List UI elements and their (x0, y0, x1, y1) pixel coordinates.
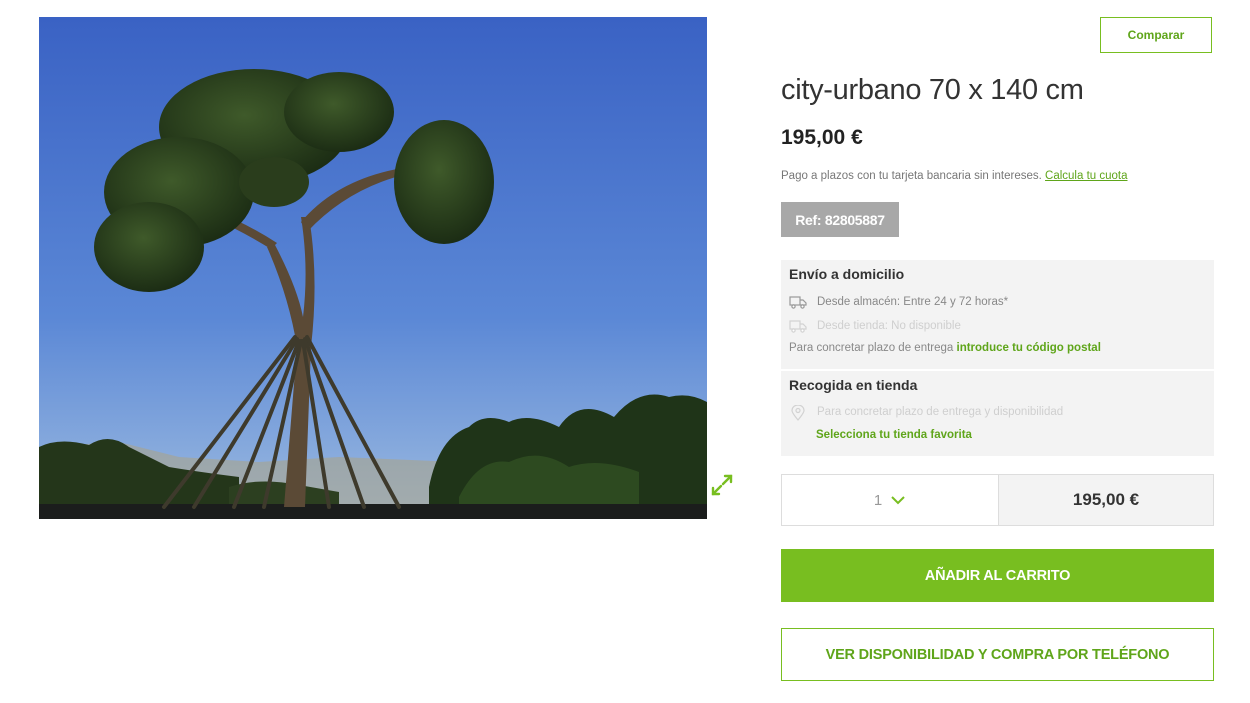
store-pickup-panel: Recogida en tienda Para concretar plazo … (781, 371, 1214, 456)
postal-code-prefix: Para concretar plazo de entrega (789, 342, 954, 354)
expand-image-button[interactable] (709, 472, 735, 498)
home-delivery-panel: Envío a domicilio Desde almacén: Entre 2… (781, 260, 1214, 369)
warehouse-delivery-text: Desde almacén: Entre 24 y 72 horas* (817, 296, 1009, 308)
pickup-info-text: Para concretar plazo de entrega y dispon… (817, 406, 1064, 418)
product-image[interactable] (39, 17, 707, 519)
product-price: 195,00 € (781, 126, 863, 149)
chevron-down-icon (890, 492, 906, 509)
quantity-value: 1 (873, 491, 883, 509)
store-delivery-text: Desde tienda: No disponible (817, 320, 961, 332)
pickup-info-row: Para concretar plazo de entrega y dispon… (789, 404, 1064, 421)
total-price: 195,00 € (999, 475, 1213, 525)
location-pin-icon (789, 404, 807, 421)
installments-info: Pago a plazos con tu tarjeta bancaria si… (781, 170, 1128, 182)
store-pickup-title: Recogida en tienda (789, 377, 918, 393)
expand-arrows-icon (711, 474, 733, 496)
tree-photo (39, 17, 707, 519)
warehouse-delivery-row: Desde almacén: Entre 24 y 72 horas* (789, 295, 1008, 309)
phone-purchase-button[interactable]: VER DISPONIBILIDAD Y COMPRA POR TELÉFONO (781, 628, 1214, 681)
quantity-select[interactable]: 1 (782, 475, 999, 525)
select-favorite-store-link[interactable]: Selecciona tu tienda favorita (816, 429, 972, 441)
truck-icon (789, 295, 807, 309)
favorite-store-row: Selecciona tu tienda favorita (816, 429, 972, 441)
truck-icon (789, 319, 807, 333)
installments-text: Pago a plazos con tu tarjeta bancaria si… (781, 170, 1042, 182)
home-delivery-title: Envío a domicilio (789, 266, 905, 282)
postal-code-link[interactable]: introduce tu código postal (957, 342, 1101, 354)
quantity-total-row: 1 195,00 € (781, 474, 1214, 526)
product-title: city-urbano 70 x 140 cm (781, 74, 1084, 106)
add-to-cart-button[interactable]: AÑADIR AL CARRITO (781, 549, 1214, 602)
compare-button[interactable]: Comparar (1100, 17, 1212, 53)
postal-code-row: Para concretar plazo de entrega introduc… (789, 342, 1101, 354)
store-delivery-row: Desde tienda: No disponible (789, 319, 961, 333)
calculate-fee-link[interactable]: Calcula tu cuota (1045, 170, 1127, 182)
reference-badge: Ref: 82805887 (781, 202, 899, 237)
